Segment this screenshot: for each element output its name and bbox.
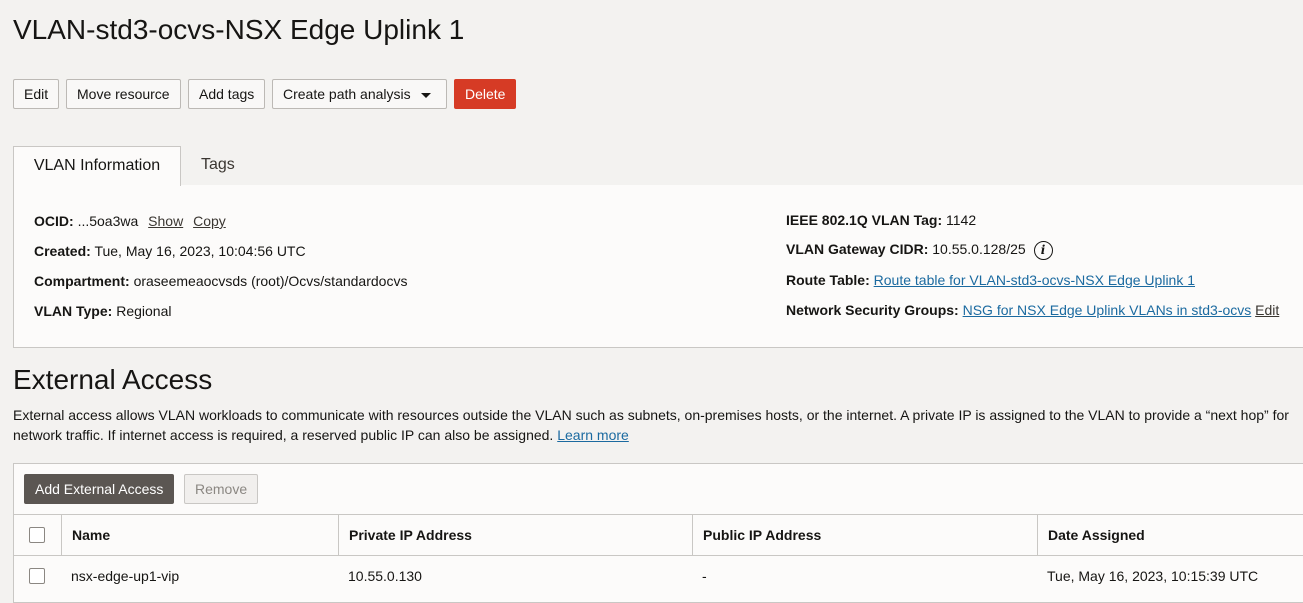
select-all-cell (14, 515, 61, 555)
create-path-analysis-label: Create path analysis (283, 86, 411, 102)
created-label: Created: (34, 243, 91, 259)
move-resource-button[interactable]: Move resource (66, 79, 181, 109)
row-name: nsx-edge-up1-vip (71, 568, 180, 584)
select-all-checkbox[interactable] (29, 527, 45, 543)
vlan-tag-row: IEEE 802.1Q VLAN Tag: 1142 (786, 212, 976, 228)
column-header-name[interactable]: Name (61, 515, 338, 555)
ocid-show-link[interactable]: Show (148, 213, 183, 229)
compartment-row: Compartment: oraseemeaocvsds (root)/Ocvs… (34, 273, 407, 289)
ocid-row: OCID: ...5oa3wa Show Copy (34, 213, 226, 229)
learn-more-link[interactable]: Learn more (557, 427, 629, 443)
ocid-value: ...5oa3wa (77, 213, 139, 229)
compartment-label: Compartment: (34, 273, 130, 289)
row-checkbox[interactable] (29, 568, 45, 584)
row-public-ip: - (702, 568, 707, 584)
create-path-analysis-button[interactable]: Create path analysis (272, 79, 447, 109)
vlan-type-label: VLAN Type: (34, 303, 113, 319)
caret-down-icon (420, 92, 431, 98)
route-table-label: Route Table: (786, 272, 870, 288)
delete-button[interactable]: Delete (454, 79, 517, 109)
vlan-information-panel (13, 185, 1303, 348)
vlan-tag-value: 1142 (946, 212, 977, 228)
nsg-row: Network Security Groups: NSG for NSX Edg… (786, 302, 1279, 318)
vlan-type-row: VLAN Type: Regional (34, 303, 171, 319)
info-icon[interactable]: i (1033, 241, 1053, 260)
nsg-link[interactable]: NSG for NSX Edge Uplink VLANs in std3-oc… (963, 302, 1252, 318)
tab-vlan-information[interactable]: VLAN Information (13, 146, 181, 186)
column-header-private-ip[interactable]: Private IP Address (338, 515, 692, 555)
nsg-edit-link[interactable]: Edit (1255, 302, 1279, 318)
vlan-tag-label: IEEE 802.1Q VLAN Tag: (786, 212, 943, 228)
gateway-cidr-row: VLAN Gateway CIDR: 10.55.0.128/25 i (786, 241, 1053, 260)
row-date-assigned: Tue, May 16, 2023, 10:15:39 UTC (1047, 568, 1259, 584)
created-row: Created: Tue, May 16, 2023, 10:04:56 UTC (34, 243, 306, 259)
add-tags-button[interactable]: Add tags (188, 79, 266, 109)
gateway-cidr-label: VLAN Gateway CIDR: (786, 241, 929, 258)
add-external-access-button[interactable]: Add External Access (24, 474, 175, 504)
route-table-link[interactable]: Route table for VLAN-std3-ocvs-NSX Edge … (874, 272, 1195, 288)
route-table-row: Route Table: Route table for VLAN-std3-o… (786, 272, 1195, 288)
page-title: VLAN-std3-ocvs-NSX Edge Uplink 1 (13, 14, 465, 45)
compartment-value: oraseemeaocvsds (root)/Ocvs/standardocvs (133, 273, 408, 289)
external-access-description: External access allows VLAN workloads to… (13, 405, 1303, 445)
external-access-title: External Access (13, 364, 213, 395)
row-private-ip: 10.55.0.130 (348, 568, 422, 584)
created-value: Tue, May 16, 2023, 10:04:56 UTC (94, 243, 306, 259)
vlan-type-value: Regional (116, 303, 172, 319)
tab-tags[interactable]: Tags (201, 146, 235, 186)
edit-button[interactable]: Edit (13, 79, 60, 109)
external-access-description-text: External access allows VLAN workloads to… (13, 407, 1289, 443)
ocid-label: OCID: (34, 213, 74, 229)
ocid-copy-link[interactable]: Copy (193, 213, 226, 229)
table-header: Name Private IP Address Public IP Addres… (14, 514, 1303, 556)
nsg-label: Network Security Groups: (786, 302, 959, 318)
gateway-cidr-value: 10.55.0.128/25 (932, 241, 1026, 258)
column-header-public-ip[interactable]: Public IP Address (692, 515, 1037, 555)
remove-button: Remove (184, 474, 259, 504)
column-header-date-assigned[interactable]: Date Assigned (1037, 515, 1303, 555)
